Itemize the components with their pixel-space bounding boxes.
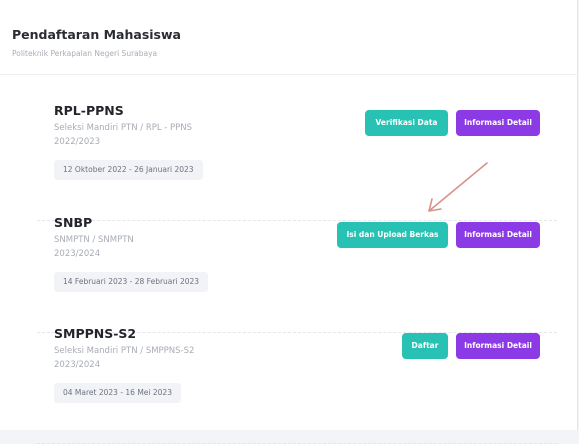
informasi-detail-button[interactable]: Informasi Detail xyxy=(456,222,540,248)
program-name: SMPPNS-S2 xyxy=(54,326,137,341)
card-header: Pendaftaran Mahasiswa Politeknik Perkapa… xyxy=(0,0,578,75)
date-range-badge: 14 Februari 2023 - 28 Februari 2023 xyxy=(54,272,209,292)
program-path: SNMPTN / SNMPTN xyxy=(54,235,134,245)
program-year: 2022/2023 xyxy=(54,137,101,147)
informasi-detail-button[interactable]: Informasi Detail xyxy=(456,110,540,136)
date-range-badge: 04 Maret 2023 - 16 Mei 2023 xyxy=(54,383,181,403)
informasi-detail-button[interactable]: Informasi Detail xyxy=(456,333,540,359)
program-item-smppns-s2: SMPPNS-S2 Seleksi Mandiri PTN / SMPPNS-S… xyxy=(37,326,557,444)
program-item-snbp: SNBP SNMPTN / SNMPTN 2023/2024 14 Februa… xyxy=(37,215,557,333)
program-name: RPL-PPNS xyxy=(54,103,124,118)
verifikasi-data-button[interactable]: Verifikasi Data xyxy=(365,110,448,136)
isi-dan-upload-berkas-button[interactable]: Isi dan Upload Berkas xyxy=(337,222,448,248)
page-subtitle: Politeknik Perkapalan Negeri Surabaya xyxy=(12,49,158,58)
program-path: Seleksi Mandiri PTN / SMPPNS-S2 xyxy=(54,346,195,356)
page-title: Pendaftaran Mahasiswa xyxy=(12,27,181,42)
program-item-rpl-ppns: RPL-PPNS Seleksi Mandiri PTN / RPL - PPN… xyxy=(37,103,557,221)
program-path: Seleksi Mandiri PTN / RPL - PPNS xyxy=(54,123,193,133)
daftar-button[interactable]: Daftar xyxy=(402,333,448,359)
date-range-badge: 12 Oktober 2022 - 26 Januari 2023 xyxy=(54,160,203,180)
program-year: 2023/2024 xyxy=(54,360,101,370)
program-name: SNBP xyxy=(54,215,93,230)
program-year: 2023/2024 xyxy=(54,249,101,259)
registration-card: Pendaftaran Mahasiswa Politeknik Perkapa… xyxy=(0,0,578,444)
